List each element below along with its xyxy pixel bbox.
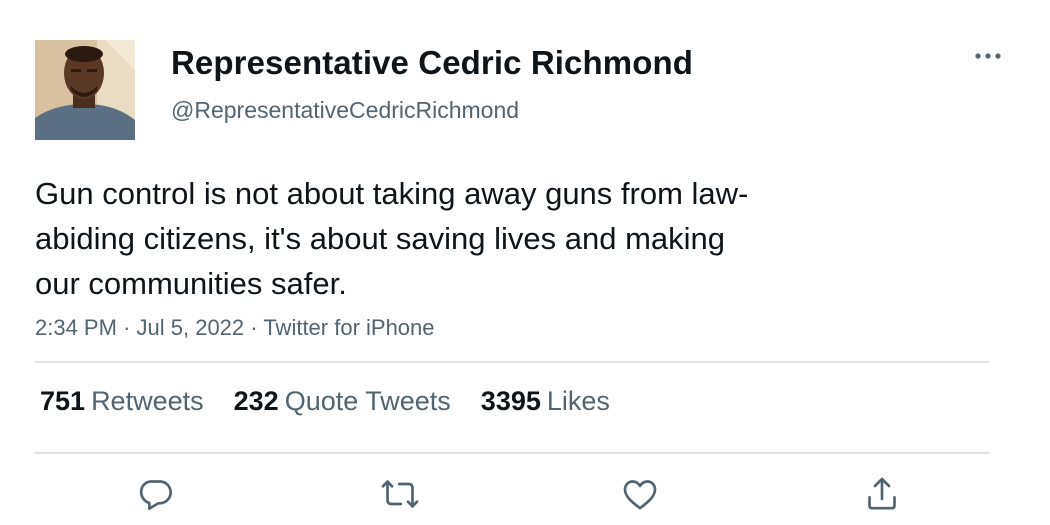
- likes-label: Likes: [546, 386, 610, 416]
- action-bar: [0, 474, 1050, 518]
- retweets-count: 751: [40, 386, 86, 416]
- retweets-label: Retweets: [91, 386, 204, 416]
- like-button[interactable]: [620, 474, 660, 514]
- like-icon: [623, 480, 657, 510]
- retweet-icon: [381, 480, 419, 508]
- quote-tweets-label: Quote Tweets: [284, 386, 451, 416]
- meta-separator: ·: [250, 315, 258, 340]
- avatar[interactable]: [35, 40, 135, 140]
- more-options-icon: [975, 53, 1001, 59]
- quote-tweets-stat[interactable]: 232 Quote Tweets: [234, 386, 451, 417]
- more-options-button[interactable]: [973, 46, 1003, 66]
- tweet-date[interactable]: Jul 5, 2022: [137, 315, 245, 340]
- user-handle[interactable]: @RepresentativeCedricRichmond: [171, 97, 519, 124]
- tweet-metadata: 2:34 PM · Jul 5, 2022 · Twitter for iPho…: [35, 315, 435, 341]
- tweet-text-line: our communities safer.: [35, 266, 347, 301]
- quote-tweets-count: 232: [233, 386, 279, 416]
- retweet-button[interactable]: [380, 474, 420, 514]
- likes-count: 3395: [480, 386, 541, 416]
- tweet-time[interactable]: 2:34 PM: [35, 315, 117, 340]
- profile-photo: [35, 40, 135, 140]
- tweet-stats: 751 Retweets 232 Quote Tweets 3395 Likes: [40, 386, 640, 417]
- reply-icon: [139, 480, 173, 510]
- divider: [35, 361, 989, 363]
- tweet-source[interactable]: Twitter for iPhone: [263, 315, 434, 340]
- likes-stat[interactable]: 3395 Likes: [481, 386, 610, 417]
- tweet-text-line: abiding citizens, it's about saving live…: [35, 221, 726, 256]
- retweets-stat[interactable]: 751 Retweets: [40, 386, 204, 417]
- share-button[interactable]: [862, 474, 902, 514]
- reply-button[interactable]: [136, 474, 176, 514]
- share-icon: [868, 477, 896, 510]
- tweet-text: Gun control is not about taking away gun…: [35, 171, 895, 306]
- display-name[interactable]: Representative Cedric Richmond: [171, 44, 693, 82]
- meta-separator: ·: [123, 315, 131, 340]
- tweet-text-line: Gun control is not about taking away gun…: [35, 176, 749, 211]
- divider: [35, 452, 989, 454]
